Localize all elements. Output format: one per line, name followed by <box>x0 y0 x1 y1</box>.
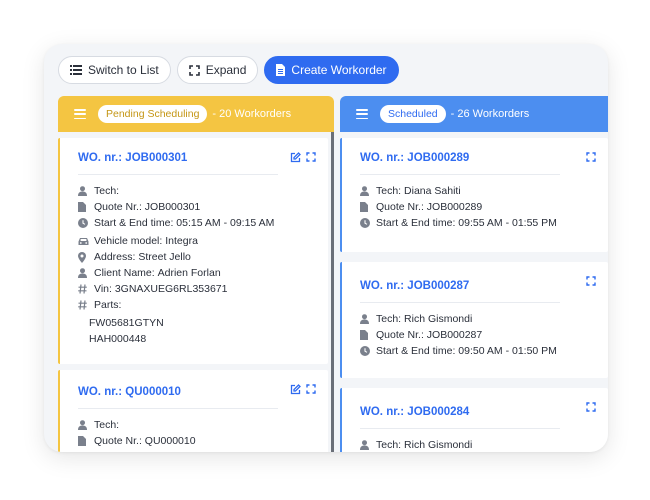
workorder-number[interactable]: WO. nr.: QU000010 <box>78 384 310 400</box>
file-icon <box>360 202 373 212</box>
user-icon <box>78 186 91 196</box>
column-pending-scheduling: Pending Scheduling - 20 Workorders WO. n… <box>58 96 334 452</box>
card-actions <box>586 276 596 286</box>
clock-icon <box>360 218 373 228</box>
workorder-count: - 20 Workorders <box>212 108 292 120</box>
switch-to-list-button[interactable]: Switch to List <box>58 56 171 84</box>
quote-row: Quote Nr.: JOB000287 <box>360 327 590 343</box>
workorder-board: Switch to List Expand Create Workorder P… <box>44 44 608 452</box>
column-scheduled: Scheduled - 26 Workorders WO. nr.: JOB00… <box>340 96 608 452</box>
file-icon <box>78 202 91 212</box>
map-marker-icon <box>78 251 91 263</box>
workorder-card[interactable]: WO. nr.: JOB000289 Tech: Diana Sahiti Qu… <box>340 138 608 252</box>
list-icon <box>70 65 82 75</box>
switch-to-list-label: Switch to List <box>88 63 159 77</box>
user-icon <box>360 186 373 196</box>
tech-row: Tech: <box>78 417 310 433</box>
car-icon <box>78 237 91 246</box>
quote-row: Quote Nr.: QU000010 <box>78 433 310 449</box>
expand-icon[interactable] <box>586 402 596 412</box>
user-icon <box>360 440 373 450</box>
edit-icon[interactable] <box>290 384 301 395</box>
expand-label: Expand <box>205 63 247 77</box>
tech-row: Tech: Rich Gismondi <box>360 311 590 327</box>
divider <box>360 174 560 175</box>
card-actions <box>290 384 316 395</box>
hashtag-icon <box>78 284 91 294</box>
time-row: Start & End time: 05:15 AM - 09:15 AM <box>78 215 310 231</box>
create-workorder-button[interactable]: Create Workorder <box>264 56 399 84</box>
column-body: WO. nr.: JOB000301 Tech: Quote Nr.: JOB0… <box>58 132 334 452</box>
card-actions <box>586 152 596 162</box>
expand-icon[interactable] <box>306 152 316 162</box>
edit-icon[interactable] <box>290 152 301 163</box>
divider <box>360 428 560 429</box>
status-badge: Scheduled <box>380 105 446 123</box>
toolbar: Switch to List Expand Create Workorder <box>58 56 399 84</box>
quote-row: Quote Nr.: JOB000289 <box>360 199 590 215</box>
user-icon <box>78 420 91 430</box>
client-row: Client Name: Adrien Forlan <box>78 265 310 281</box>
card-actions <box>586 402 596 412</box>
vin-row: Vin: 3GNAXUEG6RL353671 <box>78 281 310 297</box>
menu-icon[interactable] <box>356 109 368 119</box>
tech-row: Tech: <box>78 183 310 199</box>
workorder-number[interactable]: WO. nr.: JOB000287 <box>360 278 590 294</box>
hashtag-icon <box>78 300 91 310</box>
workorder-card[interactable]: WO. nr.: QU000010 Tech: Quote Nr.: QU000… <box>58 370 328 452</box>
expand-icon[interactable] <box>586 276 596 286</box>
workorder-card[interactable]: WO. nr.: JOB000301 Tech: Quote Nr.: JOB0… <box>58 138 328 364</box>
file-icon <box>360 330 373 340</box>
time-row: Start & End time: 09:55 AM - 01:55 PM <box>360 215 590 231</box>
expand-icon[interactable] <box>306 384 316 394</box>
column-header: Pending Scheduling - 20 Workorders <box>58 96 334 132</box>
scrollbar[interactable] <box>331 132 334 452</box>
quote-row: Quote Nr.: JOB000301 <box>78 199 310 215</box>
part-item: HAH000448 <box>89 333 147 345</box>
workorder-count: - 26 Workorders <box>450 108 530 120</box>
user-icon <box>360 314 373 324</box>
column-header: Scheduled - 26 Workorders <box>340 96 608 132</box>
divider <box>360 302 560 303</box>
address-row: Address: Street Jello <box>78 249 310 265</box>
create-workorder-label: Create Workorder <box>291 63 387 77</box>
expand-icon <box>188 64 200 76</box>
menu-icon[interactable] <box>74 109 86 119</box>
time-row: Start & End time: 09:50 AM - 01:50 PM <box>360 343 590 359</box>
divider <box>78 174 278 175</box>
expand-icon[interactable] <box>586 152 596 162</box>
parts-row: Parts: <box>78 297 310 313</box>
expand-button[interactable]: Expand <box>176 56 259 84</box>
workorder-number[interactable]: WO. nr.: JOB000284 <box>360 404 590 420</box>
column-body: WO. nr.: JOB000289 Tech: Diana Sahiti Qu… <box>340 132 608 452</box>
file-icon <box>78 436 91 446</box>
tech-row: Tech: Rich Gismondi <box>360 437 590 452</box>
workorder-card[interactable]: WO. nr.: JOB000284 Tech: Rich Gismondi <box>340 388 608 452</box>
clock-icon <box>360 346 373 356</box>
divider <box>78 408 278 409</box>
clock-icon <box>78 218 91 228</box>
status-badge: Pending Scheduling <box>98 105 208 123</box>
card-actions <box>290 152 316 163</box>
part-item: FW05681GTYN <box>89 317 164 329</box>
tech-row: Tech: Diana Sahiti <box>360 183 590 199</box>
vehicle-row: Vehicle model: Integra <box>78 233 310 249</box>
workorder-number[interactable]: WO. nr.: JOB000289 <box>360 150 590 166</box>
workorder-card[interactable]: WO. nr.: JOB000287 Tech: Rich Gismondi Q… <box>340 262 608 378</box>
workorder-number[interactable]: WO. nr.: JOB000301 <box>78 150 310 166</box>
user-icon <box>78 268 91 278</box>
document-icon <box>276 64 286 76</box>
